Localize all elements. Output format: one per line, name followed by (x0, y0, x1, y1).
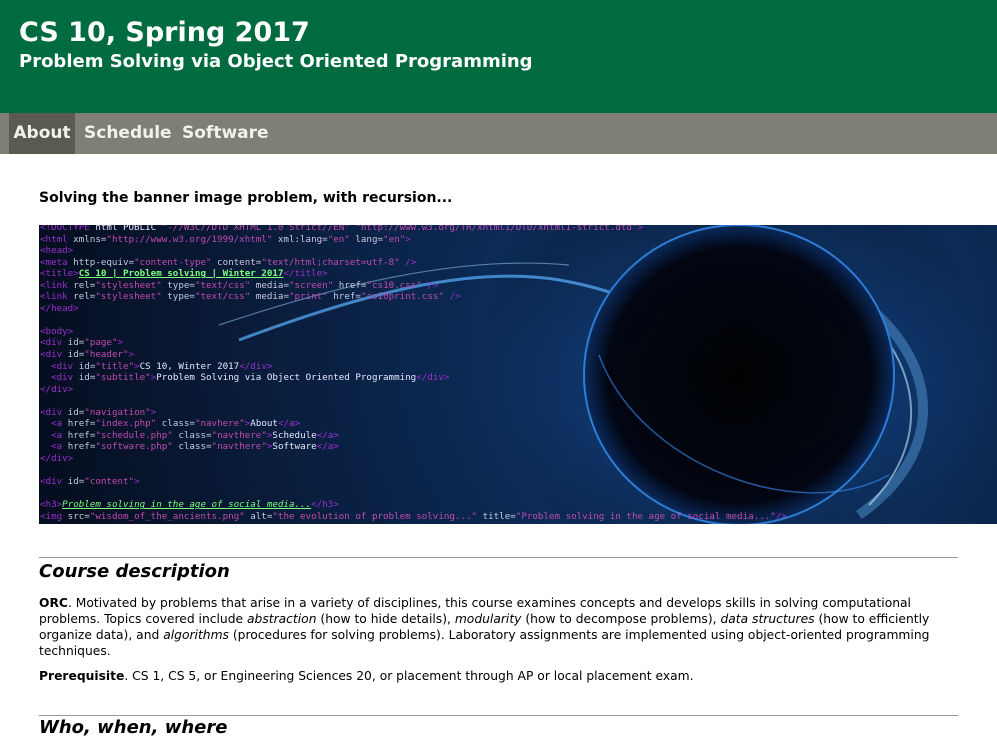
code-line: <head> (40, 245, 74, 257)
code-line: ​ (40, 488, 787, 500)
code-line: </div> (40, 452, 74, 464)
banner-caption: Solving the banner image problem, with r… (39, 190, 453, 206)
code-line: ​ (40, 395, 787, 407)
prerequisite-paragraph: Prerequisite. CS 1, CS 5, or Engineering… (39, 668, 959, 684)
code-line: ​ (40, 464, 787, 476)
site-header: CS 10, Spring 2017 Problem Solving via O… (0, 0, 997, 113)
description-text: (how to hide details), (316, 612, 455, 626)
section-divider (39, 715, 958, 716)
code-line: <div id="navigation"> (40, 406, 157, 418)
nav-link-schedule[interactable]: Schedule (84, 113, 172, 154)
code-line: </head> (40, 302, 79, 314)
prerequisite-text: . CS 1, CS 5, or Engineering Sciences 20… (124, 669, 694, 683)
code-line: <h3>Problem solving in the age of social… (40, 499, 339, 511)
code-listing: <!DOCTYPE html PUBLIC "-//W3C//DTD XHTML… (40, 225, 787, 522)
course-code: ORC (39, 596, 68, 610)
code-line: <div id="subtitle">Problem Solving via O… (51, 372, 450, 384)
code-line: <a href="index.php" class="navhere">Abou… (51, 418, 301, 430)
code-line: <div id="header"> (40, 349, 135, 361)
code-line: <!DOCTYPE html PUBLIC "-//W3C//DTD XHTML… (40, 225, 643, 233)
nav-link-about[interactable]: About (9, 113, 75, 154)
site-title: CS 10, Spring 2017 (19, 17, 310, 48)
code-line: <meta http-equiv="content-type" content=… (40, 256, 417, 268)
navigation-bar: About Schedule Software (0, 113, 997, 154)
code-line: <html xmlns="http://www.w3.org/1999/xhtm… (40, 233, 411, 245)
code-line: <a href="software.php" class="navthere">… (51, 441, 339, 453)
course-description-paragraph: ORC. Motivated by problems that arise in… (39, 595, 959, 659)
term-data-structures: data structures (720, 612, 815, 626)
nav-link-software[interactable]: Software (182, 113, 269, 154)
code-line: <div id="page"> (40, 337, 124, 349)
code-line: <a href="schedule.php" class="navthere">… (51, 429, 339, 441)
term-algorithms: algorithms (163, 628, 229, 642)
section-heading-course-description: Course description (39, 561, 230, 582)
term-modularity: modularity (454, 612, 522, 626)
site-subtitle: Problem Solving via Object Oriented Prog… (19, 51, 533, 72)
prerequisite-label: Prerequisite (39, 669, 125, 683)
term-abstraction: abstraction (247, 612, 317, 626)
code-line: <link rel="stylesheet" type="text/css" m… (40, 291, 461, 303)
description-text: (how to decompose problems), (521, 612, 721, 626)
code-line: <div id="title">CS 10, Winter 2017</div> (51, 360, 273, 372)
code-line: <body> (40, 325, 74, 337)
code-line: <title>CS 10 | Problem solving | Winter … (40, 268, 328, 280)
code-line: ​ (40, 314, 787, 326)
code-line: </div> (40, 383, 74, 395)
banner-image: <!DOCTYPE html PUBLIC "-//W3C//DTD XHTML… (39, 225, 997, 524)
section-heading-who-when-where: Who, when, where (39, 717, 228, 738)
code-line: <link rel="stylesheet" type="text/css" m… (40, 279, 439, 291)
code-line: <div id="content"> (40, 476, 140, 488)
section-divider (39, 557, 958, 558)
code-line: <img src="wisdom_of_the_ancients.png" al… (40, 510, 787, 522)
